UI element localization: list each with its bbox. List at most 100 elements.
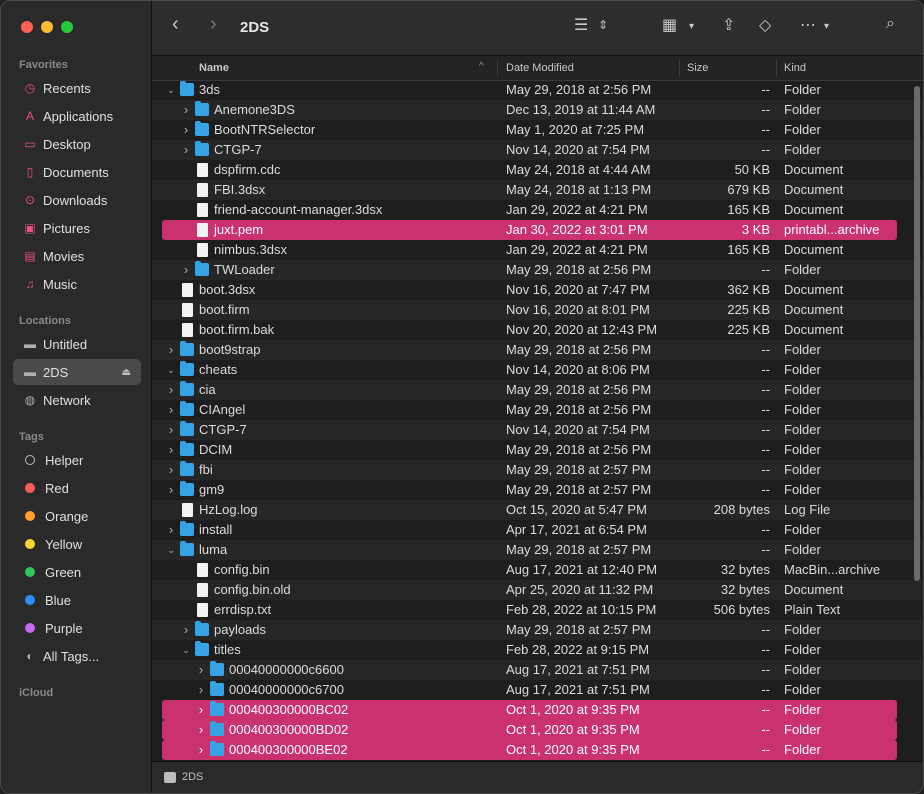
table-row[interactable]: › 00040000000c6700 Aug 17, 2021 at 7:51 PM… xyxy=(152,680,923,700)
minimize-button[interactable] xyxy=(41,21,53,33)
disclosure-closed-icon[interactable]: › xyxy=(196,660,206,680)
path-bar-label[interactable]: 2DS xyxy=(182,771,203,783)
table-row[interactable]: dspfirm.cdc May 24, 2018 at 4:44 AM 50 KB D… xyxy=(152,160,923,180)
table-row[interactable]: › 000400300000BE02 Oct 1, 2020 at 9:35 PM -… xyxy=(162,740,897,760)
table-row[interactable]: › 000400300000BD02 Oct 1, 2020 at 9:35 PM -… xyxy=(162,720,897,740)
close-button[interactable] xyxy=(21,21,33,33)
table-row[interactable]: › TWLoader May 29, 2018 at 2:56 PM -- Folder xyxy=(152,260,923,280)
disclosure-closed-icon[interactable]: › xyxy=(181,120,191,140)
zoom-button[interactable] xyxy=(61,21,73,33)
disclosure-closed-icon[interactable]: › xyxy=(181,260,191,280)
disclosure-open-icon[interactable]: ⌄ xyxy=(181,640,191,660)
table-row[interactable]: ⌄ cheats Nov 14, 2020 at 8:06 PM -- Folder xyxy=(152,360,923,380)
table-row[interactable]: FBI.3dsx May 24, 2018 at 1:13 PM 679 KB Doc… xyxy=(152,180,923,200)
table-row[interactable]: ⌄ luma May 29, 2018 at 2:57 PM -- Folder xyxy=(152,540,923,560)
vertical-scrollbar[interactable] xyxy=(914,86,920,581)
sidebar-tag-all[interactable]: ◐ All Tags... xyxy=(13,643,141,669)
table-row[interactable]: › 000400300000BC02 Oct 1, 2020 at 9:35 PM -… xyxy=(162,700,897,720)
sidebar-item-untitled[interactable]: ▬ Untitled xyxy=(13,331,141,357)
column-header-name[interactable]: Name xyxy=(199,62,229,74)
share-icon[interactable]: ⇪ xyxy=(722,15,735,35)
sidebar-tag-yellow[interactable]: Yellow xyxy=(13,531,141,557)
table-row[interactable]: › fbi May 29, 2018 at 2:57 PM -- Folder xyxy=(152,460,923,480)
column-divider[interactable] xyxy=(679,60,680,76)
column-header-size[interactable]: Size xyxy=(687,62,708,74)
table-row[interactable]: errdisp.txt Feb 28, 2022 at 10:15 PM 506 b… xyxy=(152,600,923,620)
search-icon[interactable]: ⌕ xyxy=(886,15,895,33)
sidebar-item-documents[interactable]: ▯ Documents xyxy=(13,159,141,185)
sidebar-tag-blue[interactable]: Blue xyxy=(13,587,141,613)
sidebar-item-pictures[interactable]: ▣ Pictures xyxy=(13,215,141,241)
disclosure-closed-icon[interactable]: › xyxy=(166,420,176,440)
disclosure-closed-icon[interactable]: › xyxy=(196,700,206,720)
table-row[interactable]: ⌄ titles Feb 28, 2022 at 9:15 PM -- Folder xyxy=(152,640,923,660)
column-header-date[interactable]: Date Modified xyxy=(506,62,574,74)
chevron-right-icon[interactable]: › xyxy=(210,13,217,36)
sidebar-item-applications[interactable]: A Applications xyxy=(13,103,141,129)
chevron-down-icon[interactable]: ▾ xyxy=(689,21,694,32)
table-row[interactable]: › payloads May 29, 2018 at 2:57 PM -- Folder xyxy=(152,620,923,640)
table-row[interactable]: boot.firm Nov 16, 2020 at 8:01 PM 225 KB Do… xyxy=(152,300,923,320)
column-divider[interactable] xyxy=(497,60,498,76)
table-row[interactable]: ⌄ 3ds May 29, 2018 at 2:56 PM -- Folder xyxy=(152,80,923,100)
table-row[interactable]: config.bin.old Apr 25, 2020 at 11:32 PM 32… xyxy=(152,580,923,600)
table-row[interactable]: › gm9 May 29, 2018 at 2:57 PM -- Folder xyxy=(152,480,923,500)
sidebar-item-2ds[interactable]: ▬ 2DS ⏏ xyxy=(13,359,141,385)
group-icon[interactable]: ▦ xyxy=(662,15,677,35)
disclosure-closed-icon[interactable]: › xyxy=(196,740,206,760)
table-row[interactable]: nimbus.3dsx Jan 29, 2022 at 4:21 PM 165 KB… xyxy=(152,240,923,260)
disclosure-open-icon[interactable]: ⌄ xyxy=(166,360,176,380)
disclosure-closed-icon[interactable]: › xyxy=(166,400,176,420)
table-row[interactable]: › install Apr 17, 2021 at 6:54 PM -- Folder xyxy=(152,520,923,540)
disclosure-closed-icon[interactable]: › xyxy=(166,440,176,460)
disclosure-closed-icon[interactable]: › xyxy=(166,520,176,540)
disclosure-closed-icon[interactable]: › xyxy=(196,720,206,740)
sidebar-tag-red[interactable]: Red xyxy=(13,475,141,501)
sidebar-tag-green[interactable]: Green xyxy=(13,559,141,585)
list-view-icon[interactable]: ☰ xyxy=(574,15,588,35)
sidebar-tag-helper[interactable]: Helper xyxy=(13,447,141,473)
table-row[interactable]: › CTGP-7 Nov 14, 2020 at 7:54 PM -- Folder xyxy=(152,420,923,440)
more-actions-icon[interactable]: ⋯ xyxy=(800,15,816,35)
disclosure-open-icon[interactable]: ⌄ xyxy=(166,80,176,100)
column-header-kind[interactable]: Kind xyxy=(784,62,806,74)
sidebar-tag-orange[interactable]: Orange xyxy=(13,503,141,529)
chevron-down-icon[interactable]: ▾ xyxy=(824,21,829,32)
file-date: May 29, 2018 at 2:57 PM xyxy=(506,462,652,477)
table-row[interactable]: › 00040000000c6600 Aug 17, 2021 at 7:51 PM… xyxy=(152,660,923,680)
chevron-left-icon[interactable]: ‹ xyxy=(172,13,179,36)
eject-icon[interactable]: ⏏ xyxy=(122,367,131,378)
sidebar-item-network[interactable]: ◍ Network xyxy=(13,387,141,413)
table-row[interactable]: › Anemone3DS Dec 13, 2019 at 11:44 AM -- Fol… xyxy=(152,100,923,120)
disclosure-closed-icon[interactable]: › xyxy=(196,680,206,700)
tag-icon[interactable]: ◇ xyxy=(759,15,771,35)
sidebar-item-music[interactable]: ♫ Music xyxy=(13,271,141,297)
table-row[interactable]: › CIAngel May 29, 2018 at 2:56 PM -- Folder xyxy=(152,400,923,420)
table-row[interactable]: juxt.pem Jan 30, 2022 at 3:01 PM 3 KB print… xyxy=(162,220,897,240)
disclosure-closed-icon[interactable]: › xyxy=(166,380,176,400)
sidebar-item-desktop[interactable]: ▭ Desktop xyxy=(13,131,141,157)
sidebar-item-recents[interactable]: ◷ Recents xyxy=(13,75,141,101)
table-row[interactable]: boot.3dsx Nov 16, 2020 at 7:47 PM 362 KB Do… xyxy=(152,280,923,300)
table-row[interactable]: config.bin Aug 17, 2021 at 12:40 PM 32 byt… xyxy=(152,560,923,580)
disclosure-closed-icon[interactable]: › xyxy=(181,140,191,160)
table-row[interactable]: boot.firm.bak Nov 20, 2020 at 12:43 PM 225… xyxy=(152,320,923,340)
disclosure-closed-icon[interactable]: › xyxy=(181,100,191,120)
table-row[interactable]: › BootNTRSelector May 1, 2020 at 7:25 PM --… xyxy=(152,120,923,140)
disclosure-closed-icon[interactable]: › xyxy=(166,340,176,360)
disclosure-closed-icon[interactable]: › xyxy=(166,480,176,500)
table-row[interactable]: › CTGP-7 Nov 14, 2020 at 7:54 PM -- Folder xyxy=(152,140,923,160)
table-row[interactable]: › boot9strap May 29, 2018 at 2:56 PM -- Fold… xyxy=(152,340,923,360)
table-row[interactable]: HzLog.log Oct 15, 2020 at 5:47 PM 208 byte… xyxy=(152,500,923,520)
disclosure-closed-icon[interactable]: › xyxy=(181,620,191,640)
sidebar-tag-purple[interactable]: Purple xyxy=(13,615,141,641)
sidebar-item-downloads[interactable]: ⊙ Downloads xyxy=(13,187,141,213)
table-row[interactable]: › cia May 29, 2018 at 2:56 PM -- Folder xyxy=(152,380,923,400)
disclosure-closed-icon[interactable]: › xyxy=(166,460,176,480)
column-divider[interactable] xyxy=(776,60,777,76)
disclosure-open-icon[interactable]: ⌄ xyxy=(166,540,176,560)
table-row[interactable]: › DCIM May 29, 2018 at 2:56 PM -- Folder xyxy=(152,440,923,460)
chevron-updown-icon[interactable]: ⇕ xyxy=(598,18,608,32)
sidebar-item-movies[interactable]: ▤ Movies xyxy=(13,243,141,269)
table-row[interactable]: friend-account-manager.3dsx Jan 29, 2022 … xyxy=(152,200,923,220)
